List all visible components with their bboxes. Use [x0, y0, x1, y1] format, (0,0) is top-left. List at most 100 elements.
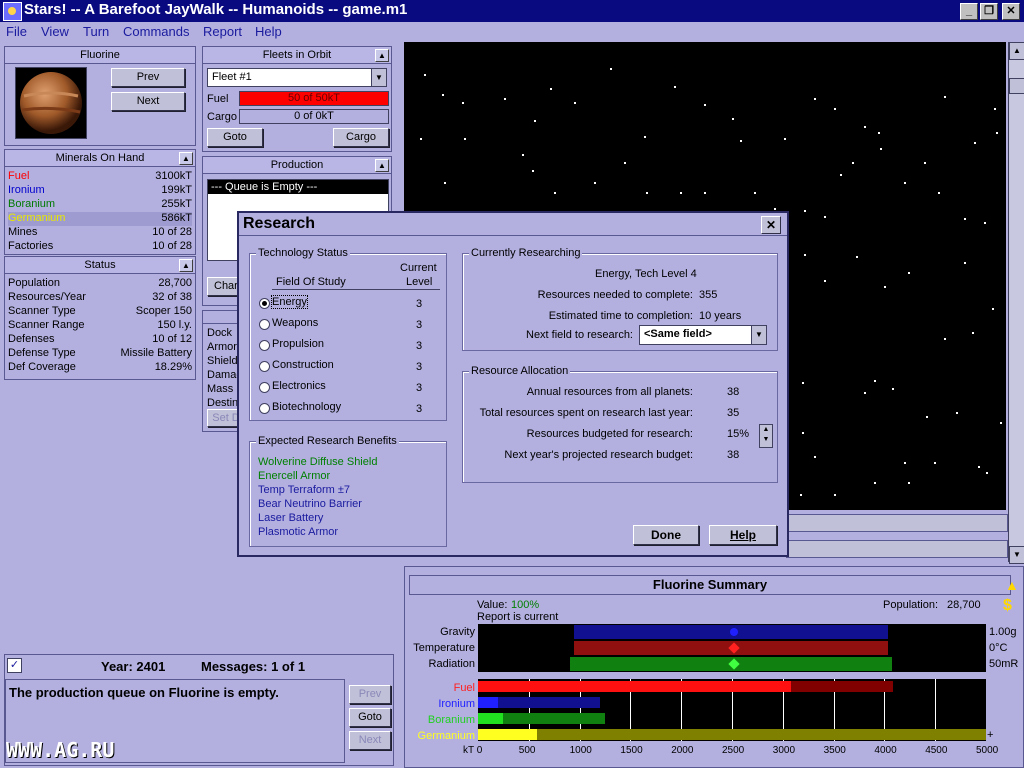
axis-tick: 500	[518, 745, 536, 756]
allocation-value[interactable]: 15%	[727, 428, 749, 440]
radio-biotechnology[interactable]	[259, 403, 270, 414]
axis-tick: 3500	[823, 745, 846, 756]
horizontal-scrollbar[interactable]	[786, 514, 1008, 532]
fleet-detail-label: Destin	[207, 397, 239, 409]
collapse-icon[interactable]: ▲	[179, 259, 193, 272]
next-field-select[interactable]: <Same field> ▼	[639, 325, 767, 345]
done-button[interactable]: Done	[633, 525, 699, 545]
star	[704, 104, 706, 106]
scroll-down-icon[interactable]: ▼	[1009, 546, 1024, 564]
menu-file[interactable]: File	[6, 24, 27, 39]
axis-tick: 1000	[569, 745, 592, 756]
star	[904, 462, 906, 464]
app-icon[interactable]	[3, 2, 22, 21]
star	[992, 308, 994, 310]
axis-tick: 1500	[620, 745, 643, 756]
gravity-marker	[730, 628, 738, 636]
goto-button[interactable]: Goto	[207, 128, 263, 147]
research-title: Research	[243, 215, 316, 232]
mineral-label: Factories	[8, 240, 54, 252]
axis-tick: 3000	[772, 745, 796, 756]
star	[504, 98, 506, 100]
scroll-thumb[interactable]	[1009, 78, 1024, 94]
budget-stepper[interactable]: ▲ ▼	[759, 424, 773, 448]
star	[814, 98, 816, 100]
minimize-button[interactable]: _	[960, 3, 978, 20]
checkbox-icon[interactable]: ✓	[7, 658, 22, 673]
collapse-icon[interactable]: ▲	[375, 49, 389, 62]
planet-image	[15, 67, 87, 139]
next-planet-button[interactable]: Next	[111, 92, 185, 111]
population-value: 28,700	[947, 599, 981, 611]
radio-propulsion[interactable]	[259, 340, 270, 351]
radio-construction[interactable]	[259, 361, 270, 372]
menu-commands[interactable]: Commands	[123, 24, 189, 39]
allocation-value: 38	[727, 386, 740, 398]
collapse-icon[interactable]: ▲	[375, 159, 389, 172]
prev-planet-button[interactable]: Prev	[111, 68, 185, 87]
radio-energy[interactable]	[259, 298, 270, 309]
radio-weapons[interactable]	[259, 319, 270, 330]
close-button[interactable]: ✕	[1002, 3, 1020, 20]
resources-needed-label: Resources needed to complete:	[537, 289, 693, 301]
star	[984, 222, 986, 224]
scanner-toolbar[interactable]	[786, 540, 1008, 558]
research-dialog: Research ✕ Technology Status Field Of St…	[237, 211, 789, 557]
message-next-button[interactable]: Next	[349, 731, 391, 750]
help-button[interactable]: Help	[709, 525, 777, 545]
minerals-panel: Minerals On Hand ▲ Fuel 3100kT Ironium 199k…	[4, 149, 196, 255]
status-row: Defense Type Missile Battery	[8, 347, 192, 361]
dollar-icon[interactable]: $	[1003, 597, 1012, 615]
star	[874, 482, 876, 484]
star	[800, 494, 802, 496]
message-text: The production queue on Fluorine is empt…	[9, 685, 279, 700]
star	[938, 192, 940, 194]
radio-electronics[interactable]	[259, 382, 270, 393]
cargo-button[interactable]: Cargo	[333, 128, 389, 147]
field-energy-label[interactable]: Energy	[271, 295, 308, 309]
star	[442, 94, 444, 96]
benefit-item: Wolverine Diffuse Shield	[258, 456, 378, 468]
queue-empty-item[interactable]: --- Queue is Empty ---	[208, 180, 388, 194]
status-label: Def Coverage	[8, 361, 76, 373]
field-biotechnology-label[interactable]: Biotechnology	[272, 401, 341, 413]
menu-report[interactable]: Report	[203, 24, 242, 39]
allocation-label: Resources budgeted for research:	[526, 428, 693, 440]
field-level: 3	[416, 403, 423, 415]
star	[1000, 422, 1002, 424]
star	[986, 472, 988, 474]
scroll-up-icon[interactable]: ▲	[1009, 42, 1024, 60]
chevron-down-icon[interactable]: ▼	[371, 69, 386, 86]
env-value-temperature: 0°C	[989, 642, 1008, 654]
collapse-icon[interactable]: ▲	[179, 152, 193, 165]
star	[834, 494, 836, 496]
restore-button[interactable]: ❐	[980, 3, 998, 20]
menu-view[interactable]: View	[41, 24, 69, 39]
star	[550, 88, 552, 90]
up-arrow-icon[interactable]: ▲	[1005, 577, 1019, 593]
message-prev-button[interactable]: Prev	[349, 685, 391, 704]
star	[754, 192, 756, 194]
menu-turn[interactable]: Turn	[83, 24, 109, 39]
star	[904, 182, 906, 184]
fleet-select[interactable]: Fleet #1 ▼	[207, 68, 387, 87]
benefits-label: Expected Research Benefits	[256, 435, 399, 447]
vertical-scrollbar[interactable]: ▲ ▼	[1008, 42, 1024, 564]
mineral-value: 10 of 28	[152, 226, 192, 238]
close-icon[interactable]: ✕	[761, 216, 781, 234]
field-propulsion-label[interactable]: Propulsion	[272, 338, 324, 350]
field-weapons-label[interactable]: Weapons	[272, 317, 318, 329]
field-electronics-label[interactable]: Electronics	[272, 380, 326, 392]
status-value: 18.29%	[154, 361, 192, 373]
field-construction-label[interactable]: Construction	[272, 359, 334, 371]
axis-tick: 2000	[671, 745, 694, 756]
status-row: Scanner Type Scoper 150	[8, 305, 192, 319]
environment-chart	[478, 624, 986, 672]
chevron-down-icon[interactable]: ▼	[751, 326, 766, 344]
field-level: 3	[416, 382, 423, 394]
current-level-header-2: Level	[406, 276, 433, 288]
message-goto-button[interactable]: Goto	[349, 708, 391, 727]
status-label: Defense Type	[8, 347, 76, 359]
technology-status-group: Technology Status Field Of Study Current…	[249, 247, 447, 421]
menu-help[interactable]: Help	[255, 24, 282, 39]
